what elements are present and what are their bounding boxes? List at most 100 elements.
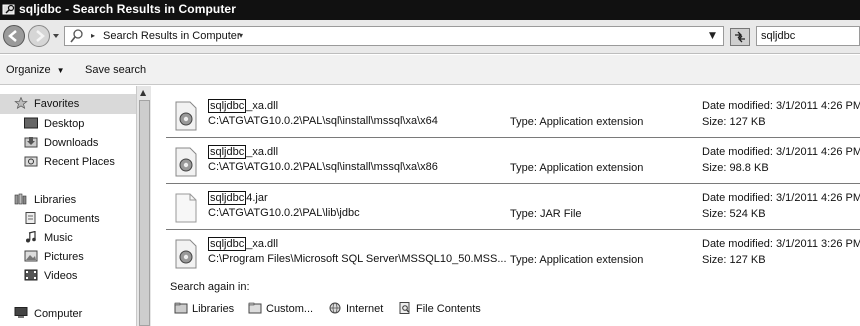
breadcrumb[interactable]: Search Results in Computer [103, 30, 241, 42]
file-type: Type: Application extension [510, 162, 644, 174]
refresh-icon [735, 31, 745, 43]
breadcrumb-caret-icon[interactable]: ▾ [239, 31, 243, 40]
result-row[interactable]: sqljdbc _xa.dll C:\ATG\ATG10.0.2\PAL\sql\… [152, 138, 860, 184]
nav-item-documents[interactable]: Documents [24, 212, 100, 225]
nav-item-label: Videos [44, 270, 78, 282]
search-match-highlight: sqljdbc [208, 145, 247, 159]
recent-places-icon [24, 156, 38, 167]
nav-item-downloads[interactable]: Downloads [24, 136, 98, 149]
search-value[interactable]: sqljdbc [761, 30, 795, 42]
dll-gear-icon [175, 239, 197, 269]
file-name[interactable]: sqljdbc _xa.dll [208, 145, 279, 159]
breadcrumb-separator-icon[interactable]: ▸ [91, 31, 95, 40]
libraries-icon [14, 193, 27, 205]
file-path: C:\ATG\ATG10.0.2\PAL\sql\install\mssql\x… [208, 161, 438, 173]
file-path: C:\ATG\ATG10.0.2\PAL\lib\jdbc [208, 207, 360, 219]
back-button[interactable] [3, 25, 25, 47]
nav-computer[interactable]: Computer [14, 307, 82, 320]
search-again-option-label: Custom... [266, 303, 314, 315]
organize-label: Organize [6, 64, 51, 76]
file-size: Size: 524 KB [702, 208, 766, 220]
music-icon [26, 231, 36, 243]
organize-button[interactable]: Organize ▼ [6, 64, 65, 76]
title-bar: sqljdbc - Search Results in Computer [0, 0, 860, 20]
result-row[interactable]: sqljdbc _xa.dll C:\Program Files\Microsof… [152, 230, 860, 276]
videos-icon [24, 269, 38, 281]
search-again-custom[interactable]: Custom... [248, 302, 313, 315]
search-match-highlight: sqljdbc [208, 237, 247, 251]
nav-item-label: Pictures [44, 251, 84, 263]
file-type: Type: Application extension [510, 116, 644, 128]
nav-favorites-label: Favorites [34, 98, 80, 110]
file-name-rest: _xa.dll [246, 146, 279, 158]
file-date-modified: Date modified: 3/1/2011 4:26 PM [702, 100, 860, 112]
nav-item-label: Music [44, 232, 73, 244]
downloads-icon [24, 137, 38, 148]
nav-libraries[interactable]: Libraries [14, 193, 76, 206]
nav-item-label: Recent Places [44, 156, 115, 168]
search-again-libraries[interactable]: Libraries [174, 302, 234, 315]
nav-libraries-label: Libraries [34, 194, 77, 206]
file-size: Size: 127 KB [702, 254, 766, 266]
file-path: C:\Program Files\Microsoft SQL Server\MS… [208, 253, 507, 265]
scrollbar-thumb[interactable] [139, 100, 150, 326]
search-again-option-label: File Contents [416, 303, 481, 315]
search-again-option-label: Internet [346, 303, 384, 315]
nav-item-desktop[interactable]: Desktop [24, 117, 84, 130]
search-again-internet[interactable]: Internet [328, 302, 383, 315]
save-search-button[interactable]: Save search [85, 64, 146, 76]
file-date-modified: Date modified: 3/1/2011 3:26 PM [702, 238, 860, 250]
computer-icon [14, 307, 28, 318]
address-dropdown-icon[interactable]: ▼ [709, 31, 716, 41]
search-again-option-label: Libraries [192, 303, 235, 315]
file-size: Size: 98.8 KB [702, 162, 769, 174]
dll-gear-icon [175, 101, 197, 131]
scroll-up-icon[interactable]: ▲ [140, 88, 146, 97]
results-list: sqljdbc _xa.dll C:\ATG\ATG10.0.2\PAL\sql\… [152, 86, 860, 326]
file-size: Size: 127 KB [702, 116, 766, 128]
nav-computer-label: Computer [34, 308, 83, 320]
file-contents-icon [399, 302, 410, 314]
star-icon [14, 97, 28, 109]
nav-item-music[interactable]: Music [24, 231, 73, 244]
address-box[interactable]: ▸ Search Results in Computer ▾ ▼ [64, 26, 724, 46]
nav-item-pictures[interactable]: Pictures [24, 250, 84, 263]
command-bar: Organize ▼ Save search [0, 55, 860, 85]
search-match-highlight: sqljdbc [208, 191, 247, 205]
file-name[interactable]: sqljdbc 4.jar [208, 191, 268, 205]
file-path: C:\ATG\ATG10.0.2\PAL\sql\install\mssql\x… [208, 115, 438, 127]
nav-item-label: Documents [44, 213, 100, 225]
result-row[interactable]: sqljdbc 4.jar C:\ATG\ATG10.0.2\PAL\lib\jd… [152, 184, 860, 230]
file-name-rest: _xa.dll [246, 238, 279, 250]
search-again-file-contents[interactable]: File Contents [398, 302, 481, 315]
result-row[interactable]: sqljdbc _xa.dll C:\ATG\ATG10.0.2\PAL\sql\… [152, 92, 860, 138]
file-date-modified: Date modified: 3/1/2011 4:26 PM [702, 192, 860, 204]
file-name-rest: 4.jar [246, 192, 268, 204]
back-arrow-icon [8, 30, 17, 42]
search-again-label: Search again in: [170, 281, 250, 293]
nav-item-videos[interactable]: Videos [24, 269, 77, 282]
forward-button[interactable] [28, 25, 50, 47]
refresh-button[interactable] [730, 28, 750, 46]
file-date-modified: Date modified: 3/1/2011 4:26 PM [702, 146, 860, 158]
file-name[interactable]: sqljdbc _xa.dll [208, 99, 278, 113]
nav-item-label: Downloads [44, 137, 99, 149]
blank-file-icon [175, 193, 197, 223]
magnifier-icon [70, 29, 83, 43]
address-toolbar: ▸ Search Results in Computer ▾ ▼ sqljdbc [0, 20, 860, 54]
documents-icon [25, 212, 36, 224]
organize-caret-icon: ▼ [56, 66, 65, 75]
search-match-highlight: sqljdbc [208, 99, 247, 113]
nav-scrollbar[interactable]: ▲ [136, 86, 151, 326]
history-dropdown-icon[interactable] [52, 32, 60, 40]
file-type: Type: Application extension [510, 254, 644, 266]
pictures-icon [24, 250, 38, 262]
libraries-icon [174, 302, 188, 314]
nav-item-recent-places[interactable]: Recent Places [24, 155, 115, 168]
nav-item-label: Desktop [44, 118, 85, 130]
nav-favorites[interactable]: Favorites [14, 97, 79, 110]
search-input[interactable]: sqljdbc [756, 26, 860, 46]
forward-arrow-icon [36, 30, 45, 42]
file-name[interactable]: sqljdbc _xa.dll [208, 237, 279, 251]
search-folder-icon [2, 4, 15, 15]
